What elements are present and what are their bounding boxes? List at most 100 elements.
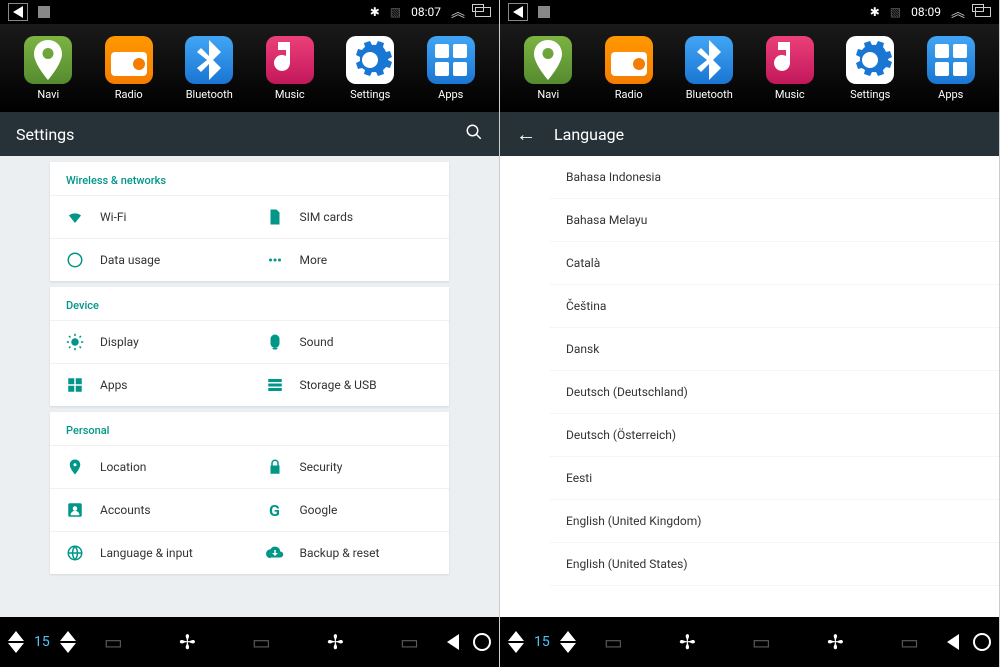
- setting-location[interactable]: Location: [50, 445, 250, 488]
- dock-navi[interactable]: Navi: [524, 36, 572, 101]
- windows-icon[interactable]: [975, 7, 991, 17]
- setting-backup[interactable]: Backup & reset: [250, 531, 450, 574]
- status-bar: ✱ ▧ 08:09 ︽: [500, 0, 999, 24]
- back-icon[interactable]: [508, 3, 528, 21]
- fan-icon[interactable]: ✢: [827, 630, 844, 654]
- nav-back[interactable]: [947, 634, 959, 650]
- language-option[interactable]: Bahasa Indonesia: [550, 156, 999, 199]
- wifi-icon: [66, 208, 84, 226]
- temp-up[interactable]: [508, 631, 524, 641]
- data-icon: [66, 251, 84, 269]
- app-indicator-icon: [538, 6, 550, 18]
- backup-icon: [266, 544, 284, 562]
- setting-google[interactable]: GGoogle: [250, 488, 450, 531]
- language-option[interactable]: Dansk: [550, 328, 999, 371]
- language-option[interactable]: English (United States): [550, 543, 999, 586]
- mode-icon[interactable]: ▭: [900, 630, 919, 654]
- app-dock: Navi Radio Bluetooth Music Settings Apps: [0, 24, 499, 112]
- language-option[interactable]: Deutsch (Deutschland): [550, 371, 999, 414]
- nav-home[interactable]: [473, 633, 491, 651]
- setting-sim[interactable]: SIM cards: [250, 195, 450, 238]
- expand-icon[interactable]: ︽: [451, 2, 465, 22]
- location-icon: [66, 458, 84, 476]
- temperature: 15: [28, 634, 56, 650]
- section-title: Wireless & networks: [50, 162, 449, 195]
- temp-down[interactable]: [8, 643, 24, 653]
- expand-icon[interactable]: ︽: [951, 2, 965, 22]
- setting-more[interactable]: More: [250, 238, 450, 281]
- settings-content: Wireless & networks Wi-Fi SIM cards Data…: [0, 156, 499, 617]
- section-personal: Personal Location Security Accounts GGoo…: [50, 412, 449, 574]
- setting-storage[interactable]: Storage & USB: [250, 363, 450, 406]
- google-icon: G: [266, 501, 284, 519]
- bluetooth-status-icon: ✱: [370, 5, 380, 19]
- language-header: ← Language: [500, 112, 999, 156]
- language-option[interactable]: Eesti: [550, 457, 999, 500]
- clock: 08:09: [911, 5, 941, 19]
- dock-radio[interactable]: Radio: [105, 36, 153, 101]
- windows-icon[interactable]: [475, 7, 491, 17]
- climate-bar: 15 ▭ ✢ ▭ ✢ ▭: [500, 617, 999, 667]
- temperature: 15: [528, 634, 556, 650]
- mode-icon[interactable]: ▭: [252, 630, 271, 654]
- dock-bluetooth[interactable]: Bluetooth: [685, 36, 733, 101]
- section-title: Personal: [50, 412, 449, 445]
- temp-up-2[interactable]: [60, 631, 76, 641]
- dock-apps[interactable]: Apps: [427, 36, 475, 101]
- page-title: Settings: [16, 125, 447, 144]
- dock-apps[interactable]: Apps: [927, 36, 975, 101]
- language-list: Bahasa Indonesia Bahasa Melayu Català Če…: [500, 156, 999, 617]
- mode-icon[interactable]: ▭: [604, 630, 623, 654]
- section-title: Device: [50, 287, 449, 320]
- clock: 08:07: [411, 5, 441, 19]
- section-device: Device Display Sound Apps Storage & USB: [50, 287, 449, 406]
- temp-up-2[interactable]: [560, 631, 576, 641]
- dock-radio[interactable]: Radio: [605, 36, 653, 101]
- sim-status-icon: ▧: [890, 5, 901, 19]
- app-indicator-icon: [38, 6, 50, 18]
- mode-icon[interactable]: ▭: [400, 630, 419, 654]
- dock-settings[interactable]: Settings: [846, 36, 894, 101]
- search-icon[interactable]: [465, 123, 483, 145]
- temp-down[interactable]: [508, 643, 524, 653]
- dock-music[interactable]: Music: [766, 36, 814, 101]
- temp-up[interactable]: [8, 631, 24, 641]
- more-icon: [266, 251, 284, 269]
- back-icon[interactable]: [8, 3, 28, 21]
- setting-sound[interactable]: Sound: [250, 320, 450, 363]
- nav-home[interactable]: [973, 633, 991, 651]
- screen-language: ✱ ▧ 08:09 ︽ Navi Radio Bluetooth Music S…: [500, 0, 1000, 667]
- language-option[interactable]: Bahasa Melayu: [550, 199, 999, 242]
- setting-wifi[interactable]: Wi-Fi: [50, 195, 250, 238]
- mode-icon[interactable]: ▭: [752, 630, 771, 654]
- dock-navi[interactable]: Navi: [24, 36, 72, 101]
- language-option[interactable]: Čeština: [550, 285, 999, 328]
- dock-music[interactable]: Music: [266, 36, 314, 101]
- mode-icon[interactable]: ▭: [104, 630, 123, 654]
- dock-settings[interactable]: Settings: [346, 36, 394, 101]
- setting-data[interactable]: Data usage: [50, 238, 250, 281]
- dock-bluetooth[interactable]: Bluetooth: [185, 36, 233, 101]
- page-title: Language: [554, 125, 983, 144]
- fan-icon[interactable]: ✢: [179, 630, 196, 654]
- language-icon: [66, 544, 84, 562]
- language-option[interactable]: Deutsch (Österreich): [550, 414, 999, 457]
- temp-down-2[interactable]: [560, 643, 576, 653]
- storage-icon: [266, 376, 284, 394]
- back-arrow[interactable]: ←: [516, 122, 536, 147]
- nav-back[interactable]: [447, 634, 459, 650]
- setting-security[interactable]: Security: [250, 445, 450, 488]
- section-wireless: Wireless & networks Wi-Fi SIM cards Data…: [50, 162, 449, 281]
- setting-apps[interactable]: Apps: [50, 363, 250, 406]
- accounts-icon: [66, 501, 84, 519]
- fan-icon[interactable]: ✢: [327, 630, 344, 654]
- fan-icon[interactable]: ✢: [679, 630, 696, 654]
- language-option[interactable]: Català: [550, 242, 999, 285]
- language-option[interactable]: English (United Kingdom): [550, 500, 999, 543]
- setting-language[interactable]: Language & input: [50, 531, 250, 574]
- security-icon: [266, 458, 284, 476]
- sound-icon: [266, 333, 284, 351]
- setting-accounts[interactable]: Accounts: [50, 488, 250, 531]
- temp-down-2[interactable]: [60, 643, 76, 653]
- setting-display[interactable]: Display: [50, 320, 250, 363]
